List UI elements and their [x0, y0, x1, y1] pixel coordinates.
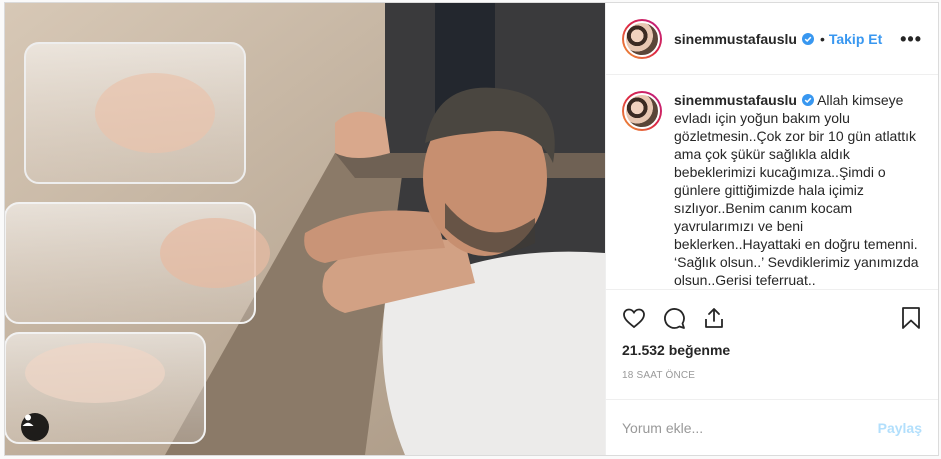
- comment-input[interactable]: [622, 419, 870, 436]
- post-header: sinemmustafauslu • Takip Et •••: [606, 3, 938, 75]
- avatar: [624, 20, 660, 57]
- like-button[interactable]: [622, 298, 662, 338]
- verified-badge-icon: [801, 94, 814, 106]
- comments-area: sinemmustafauslu Allah kimseye evladı iç…: [606, 75, 938, 289]
- instagram-post: sinemmustafauslu • Takip Et ••• sinemmus…: [4, 2, 939, 456]
- header-username[interactable]: sinemmustafauslu: [674, 31, 797, 47]
- separator-dot: •: [819, 30, 825, 47]
- share-button[interactable]: [702, 298, 742, 338]
- heart-icon: [623, 308, 645, 329]
- post-timestamp[interactable]: 18 SAAT ÖNCE: [622, 370, 922, 381]
- caption-avatar-ring[interactable]: [622, 91, 662, 131]
- user-tags-button[interactable]: [21, 413, 49, 441]
- more-options-icon[interactable]: •••: [900, 30, 922, 48]
- caption-username[interactable]: sinemmustafauslu: [674, 92, 797, 108]
- comment-bubble-icon: [664, 308, 685, 329]
- user-silhouette-icon: [22, 414, 34, 426]
- follow-button[interactable]: Takip Et: [829, 31, 882, 47]
- post-comment-button[interactable]: Paylaş: [878, 420, 922, 436]
- post-actions: 21.532 beğenme 18 SAAT ÖNCE: [606, 289, 938, 399]
- save-button[interactable]: [882, 298, 922, 338]
- verified-badge-icon: [801, 32, 814, 45]
- likes-count[interactable]: 21.532 beğenme: [622, 342, 922, 358]
- action-icons: [622, 298, 922, 338]
- caption: sinemmustafauslu Allah kimseye evladı iç…: [674, 91, 922, 289]
- post-side-panel: sinemmustafauslu • Takip Et ••• sinemmus…: [605, 3, 938, 455]
- share-icon: [705, 308, 723, 328]
- comment-button[interactable]: [662, 298, 702, 338]
- story-ring[interactable]: [622, 18, 662, 59]
- post-photo[interactable]: [5, 3, 605, 455]
- bookmark-icon: [902, 307, 920, 329]
- avatar: [624, 93, 660, 129]
- comment-form: Paylaş: [606, 399, 938, 455]
- photo-illustration: [5, 3, 605, 455]
- caption-text: Allah kimseye evladı için yoğun bakım yo…: [674, 92, 919, 288]
